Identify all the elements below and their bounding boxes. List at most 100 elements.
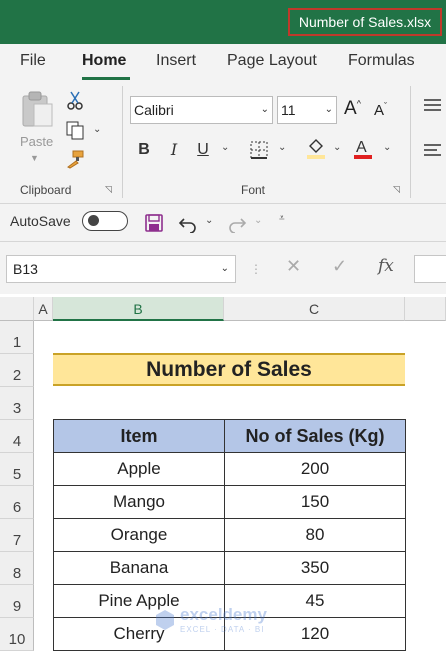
select-all-corner[interactable] bbox=[0, 297, 34, 321]
borders-icon[interactable] bbox=[248, 139, 270, 161]
title-bar: Number of Sales.xlsx bbox=[0, 0, 446, 44]
font-size-select[interactable]: 11 ⌄ bbox=[277, 96, 337, 124]
header-sales[interactable]: No of Sales (Kg) bbox=[224, 419, 406, 453]
chevron-down-icon: ⌄ bbox=[324, 104, 333, 115]
row-header[interactable]: 10 bbox=[0, 618, 34, 651]
table-row: Mango 150 bbox=[53, 485, 406, 519]
bold-button[interactable]: B bbox=[133, 138, 155, 162]
underline-button[interactable]: U bbox=[192, 138, 214, 162]
sales-cell[interactable]: 150 bbox=[224, 485, 406, 519]
font-name-select[interactable]: Calibri ⌄ bbox=[130, 96, 273, 124]
format-painter-icon[interactable] bbox=[64, 148, 86, 170]
row-header[interactable]: 7 bbox=[0, 519, 34, 552]
file-name: Number of Sales.xlsx bbox=[288, 8, 442, 36]
decrease-font-size-button[interactable]: Aˇ bbox=[374, 101, 387, 119]
tab-home[interactable]: Home bbox=[82, 52, 126, 70]
font-color-icon[interactable]: A bbox=[352, 137, 374, 159]
row-header[interactable]: 1 bbox=[0, 321, 34, 354]
fill-color-icon[interactable] bbox=[305, 137, 327, 159]
table-header-row: Item No of Sales (Kg) bbox=[53, 419, 406, 453]
watermark: exceldemy EXCEL · DATA · BI bbox=[150, 605, 300, 639]
paste-label[interactable]: Paste bbox=[20, 134, 53, 149]
sales-cell[interactable]: 200 bbox=[224, 452, 406, 486]
cancel-icon[interactable]: ✕ bbox=[286, 256, 301, 277]
item-cell[interactable]: Mango bbox=[53, 485, 225, 519]
paste-icon[interactable] bbox=[20, 90, 56, 128]
formula-bar-grip-icon: ⋮ bbox=[250, 262, 262, 276]
header-item[interactable]: Item bbox=[53, 419, 225, 453]
underline-dropdown-icon[interactable]: ⌄ bbox=[221, 142, 229, 153]
row-number: 7 bbox=[12, 532, 22, 549]
item-cell[interactable]: Apple bbox=[53, 452, 225, 486]
customize-toolbar-icon[interactable]: ⩡ bbox=[279, 213, 285, 224]
row-header[interactable]: 8 bbox=[0, 552, 34, 585]
watermark-tagline: EXCEL · DATA · BI bbox=[180, 625, 265, 634]
increase-font-size-label: A bbox=[344, 98, 357, 119]
font-group-label: Font bbox=[241, 183, 266, 197]
table-row: Banana 350 bbox=[53, 551, 406, 585]
copy-dropdown-icon[interactable]: ⌄ bbox=[93, 124, 101, 135]
table-row: Apple 200 bbox=[53, 452, 406, 486]
item-cell[interactable]: Banana bbox=[53, 551, 225, 585]
undo-icon[interactable] bbox=[177, 212, 199, 234]
sales-cell[interactable]: 80 bbox=[224, 518, 406, 552]
save-icon[interactable] bbox=[143, 212, 165, 234]
chevron-down-icon: ⌄ bbox=[260, 104, 269, 115]
table-row: Orange 80 bbox=[53, 518, 406, 552]
copy-icon[interactable] bbox=[64, 119, 86, 141]
tab-insert[interactable]: Insert bbox=[156, 52, 196, 70]
column-header-a[interactable]: A bbox=[34, 297, 53, 321]
tab-page-layout[interactable]: Page Layout bbox=[227, 52, 317, 70]
formula-input[interactable] bbox=[414, 255, 446, 283]
row-number: 2 bbox=[12, 367, 22, 384]
row-number: 1 bbox=[12, 334, 22, 351]
item-cell[interactable]: Orange bbox=[53, 518, 225, 552]
redo-dropdown-icon[interactable]: ⌄ bbox=[254, 215, 262, 226]
group-divider bbox=[122, 86, 123, 198]
font-color-dropdown-icon[interactable]: ⌄ bbox=[383, 142, 391, 153]
tab-formulas[interactable]: Formulas bbox=[348, 52, 415, 70]
row-header[interactable]: 9 bbox=[0, 585, 34, 618]
watermark-name: exceldemy bbox=[180, 605, 267, 624]
italic-button[interactable]: I bbox=[163, 138, 185, 162]
font-size-value: 11 bbox=[281, 102, 296, 118]
row-header[interactable]: 4 bbox=[0, 420, 34, 453]
watermark-logo-icon bbox=[156, 610, 174, 630]
active-tab-indicator bbox=[82, 77, 130, 80]
row-header[interactable]: 3 bbox=[0, 387, 34, 420]
sheet-title-cell[interactable]: Number of Sales bbox=[53, 353, 405, 386]
chevron-down-icon: ⌄ bbox=[220, 263, 229, 274]
column-header-c[interactable]: C bbox=[224, 297, 405, 321]
group-divider bbox=[410, 86, 411, 198]
cut-icon[interactable] bbox=[64, 90, 86, 112]
increase-font-size-button[interactable]: A^ bbox=[344, 98, 361, 120]
decrease-font-size-label: A bbox=[374, 102, 385, 119]
row-header[interactable]: 6 bbox=[0, 486, 34, 519]
name-box[interactable]: B13 ⌄ bbox=[6, 255, 236, 283]
borders-dropdown-icon[interactable]: ⌄ bbox=[278, 142, 286, 153]
row-number: 3 bbox=[12, 400, 22, 417]
row-number: 8 bbox=[12, 565, 22, 582]
enter-icon[interactable]: ✓ bbox=[332, 256, 347, 277]
redo-icon[interactable] bbox=[226, 212, 248, 234]
svg-text:A: A bbox=[356, 139, 367, 156]
tab-file[interactable]: File bbox=[20, 52, 46, 70]
sales-cell[interactable]: 350 bbox=[224, 551, 406, 585]
column-header-d[interactable] bbox=[405, 297, 446, 321]
row-number: 5 bbox=[12, 466, 22, 483]
clipboard-launcher-icon[interactable]: ◹ bbox=[105, 185, 115, 195]
font-name-value: Calibri bbox=[134, 102, 174, 118]
insert-function-button[interactable]: fx bbox=[378, 256, 394, 276]
undo-dropdown-icon[interactable]: ⌄ bbox=[205, 215, 213, 226]
toggle-knob bbox=[88, 215, 99, 226]
clipboard-group-label: Clipboard bbox=[20, 183, 72, 197]
row-header[interactable]: 5 bbox=[0, 453, 34, 486]
font-launcher-icon[interactable]: ◹ bbox=[393, 185, 403, 195]
autosave-toggle[interactable] bbox=[82, 211, 128, 231]
align-top-icon[interactable] bbox=[420, 94, 442, 116]
fill-color-dropdown-icon[interactable]: ⌄ bbox=[333, 142, 341, 153]
paste-dropdown-icon[interactable]: ▼ bbox=[30, 153, 39, 163]
column-header-b[interactable]: B bbox=[53, 297, 224, 321]
align-left-icon[interactable] bbox=[420, 139, 442, 161]
row-header[interactable]: 2 bbox=[0, 354, 34, 387]
